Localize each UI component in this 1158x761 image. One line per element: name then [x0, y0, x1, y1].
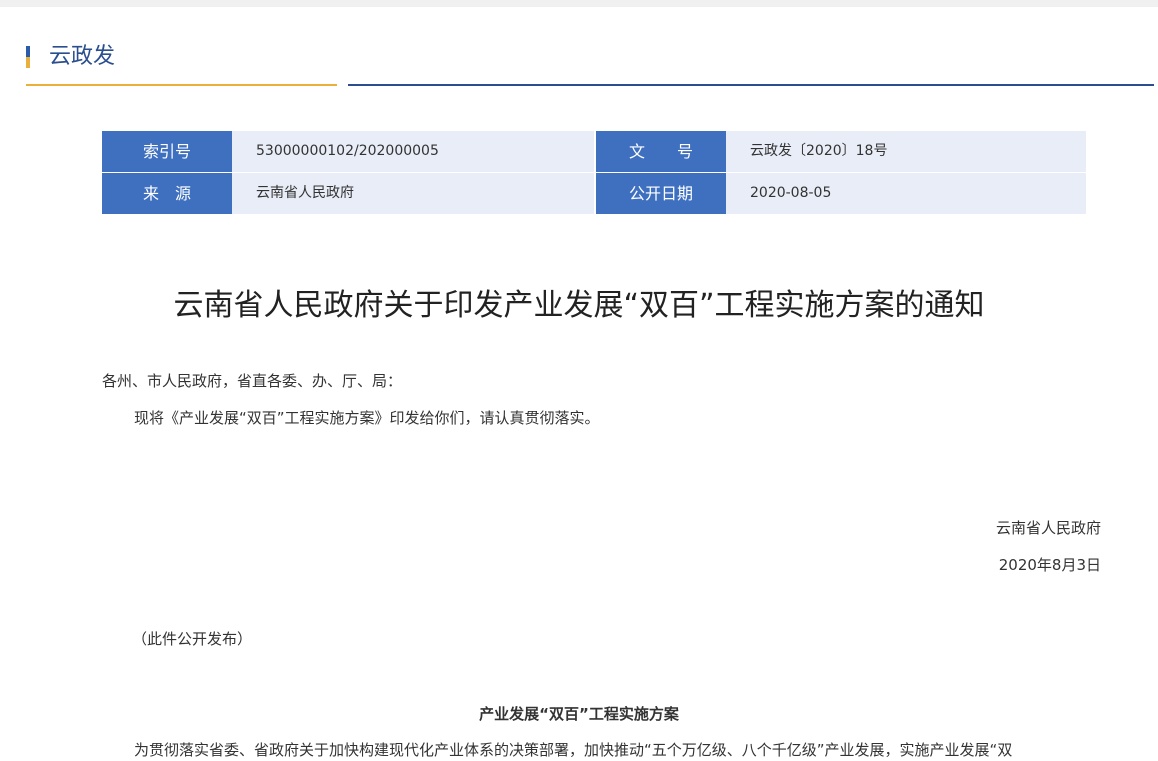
index-value: 53000000102/202000005 — [232, 131, 594, 172]
docno-label: 文 号 — [596, 131, 731, 172]
signature-date: 2020年8月3日 — [998, 556, 1101, 574]
meta-row: 来 源 云南省人民政府 公开日期 2020-08-05 — [102, 173, 1086, 214]
salutation: 各州、市人民政府，省直各委、办、厅、局： — [102, 372, 403, 390]
source-value: 云南省人民政府 — [232, 173, 594, 214]
document-title: 云南省人民政府关于印发产业发展“双百”工程实施方案的通知 — [173, 288, 985, 323]
docno-value: 云政发〔2020〕18号 — [726, 131, 1086, 172]
section-underline — [348, 84, 1154, 86]
meta-row: 索引号 53000000102/202000005 文 号 云政发〔2020〕1… — [102, 131, 1086, 172]
section-underline-accent — [26, 84, 337, 86]
plan-title: 产业发展“双百”工程实施方案 — [479, 705, 679, 723]
section-marker-icon — [26, 46, 30, 68]
index-label: 索引号 — [102, 131, 237, 172]
document-meta-table: 索引号 53000000102/202000005 文 号 云政发〔2020〕1… — [102, 131, 1086, 214]
source-label: 来 源 — [102, 173, 237, 214]
body-paragraph: 现将《产业发展“双百”工程实施方案》印发给你们，请认真贯彻落实。 — [134, 409, 600, 427]
signature-org: 云南省人民政府 — [995, 519, 1101, 537]
publish-note: （此件公开发布） — [132, 630, 253, 648]
plan-body-paragraph: 为贯彻落实省委、省政府关于加快构建现代化产业体系的决策部署，加快推动“五个万亿级… — [134, 741, 1013, 759]
date-label: 公开日期 — [596, 173, 731, 214]
section-title: 云政发 — [49, 44, 116, 69]
section-header: 云政发 — [26, 40, 1154, 88]
date-value: 2020-08-05 — [726, 173, 1086, 214]
top-strip — [0, 0, 1158, 7]
